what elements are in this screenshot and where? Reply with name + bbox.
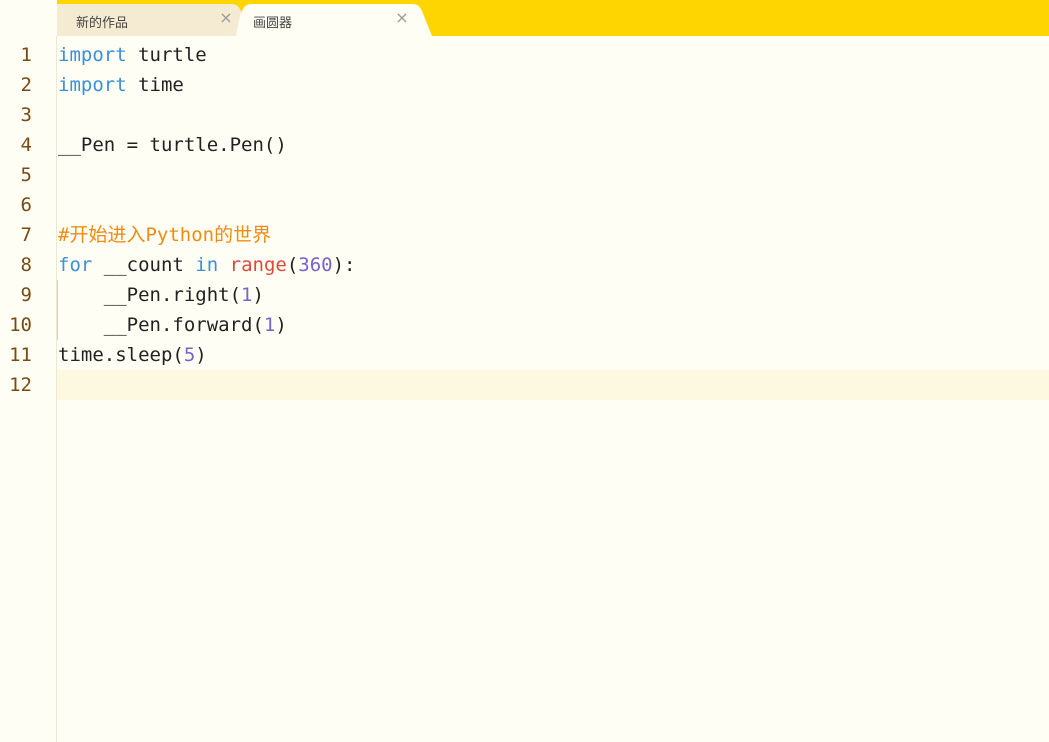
code-token: turtle [126,44,207,66]
code-text-area[interactable]: import turtle import time __Pen = turtle.P… [57,36,1049,742]
line-number-gutter: 1 2 3 4 5 6 7 8 9 10 11 12 [0,36,57,742]
line-number: 11 [9,344,32,366]
code-token: ): [332,254,356,276]
tab-new-work[interactable]: 新的作品 × [57,4,247,36]
line-number: 4 [20,134,32,156]
line-number: 1 [20,44,32,66]
code-token: for [58,254,93,276]
code-token: 1 [241,284,253,306]
code-token: ) [252,284,264,306]
code-token: __Pen = turtle.Pen() [58,134,287,156]
code-token: 5 [183,344,196,366]
code-token: time [126,74,184,96]
code-token: __count [92,254,196,276]
close-icon[interactable]: × [394,8,410,27]
line-number: 9 [20,284,32,306]
code-token: 1 [263,314,276,336]
code-token: time.sleep( [58,344,184,366]
editor-pane[interactable]: 1 2 3 4 5 6 7 8 9 10 11 12 import turtle import time… [0,36,1049,742]
code-line[interactable]: for __count in range(360): [58,250,356,280]
line-number: 8 [20,254,32,276]
line-number: 2 [20,74,32,96]
code-token: __Pen.forward( [58,314,264,336]
current-line-highlight [57,370,1049,400]
code-line[interactable]: import turtle [58,40,207,70]
close-icon[interactable]: × [218,8,234,27]
line-number: 7 [20,224,32,246]
code-line[interactable]: #开始进入Python的世界 [58,220,271,250]
line-number: 10 [9,314,32,336]
tab-draw-circle[interactable]: 画圆器 × [236,4,432,36]
code-token: ) [275,314,287,336]
code-token: __Pen.right( [58,284,242,306]
code-token: ( [286,254,299,276]
code-editor-window: 新的作品 × 画圆器 × 1 2 3 4 5 6 7 8 9 10 11 12 import turt… [0,0,1049,742]
tab-label: 新的作品 [76,16,129,31]
tab-bar: 新的作品 × 画圆器 × [0,0,1049,36]
code-token: 360 [298,254,333,276]
code-token: ) [195,344,207,366]
line-number: 5 [20,164,32,186]
code-token: in [195,254,219,276]
line-number: 12 [9,374,32,396]
line-number: 3 [20,104,32,126]
tab-bar-gutter-spacer [0,0,57,36]
code-line[interactable]: import time [58,70,184,100]
code-token: #开始进入Python的世界 [58,224,272,246]
code-token: range [229,254,287,276]
code-line[interactable]: time.sleep(5) [58,340,207,370]
tab-label: 画圆器 [253,16,293,31]
code-line[interactable]: __Pen = turtle.Pen() [58,130,287,160]
code-token: import [58,44,127,66]
code-line[interactable]: __Pen.right(1) [58,280,264,310]
code-line[interactable]: __Pen.forward(1) [58,310,287,340]
line-number: 6 [20,194,32,216]
code-token: import [58,74,127,96]
